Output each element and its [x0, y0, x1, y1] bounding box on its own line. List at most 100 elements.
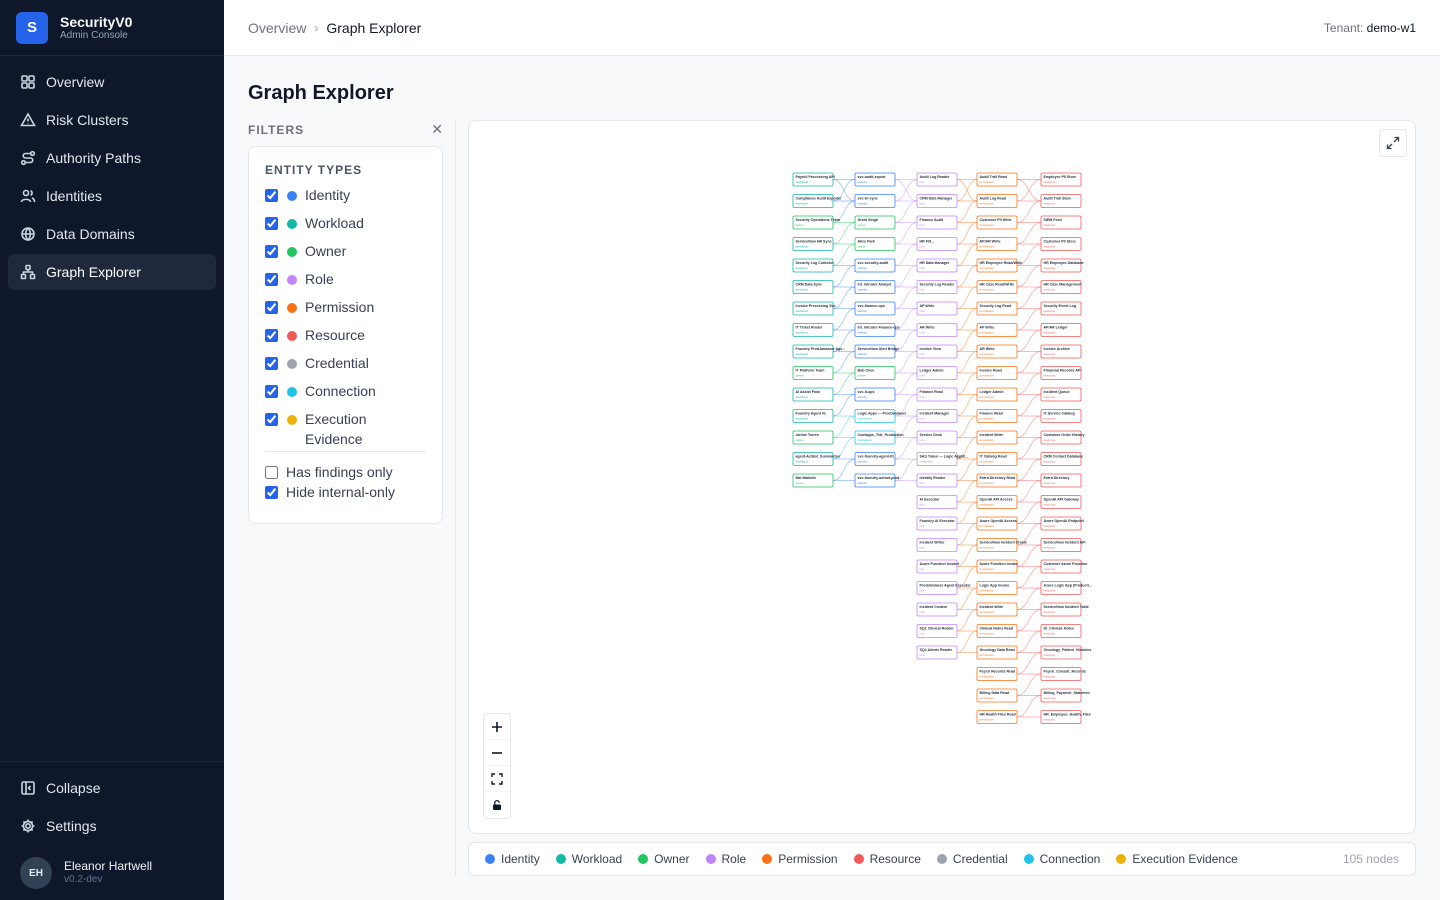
graph-node[interactable]: Azure Function Invokepermission [976, 559, 1018, 574]
nav-item-overview[interactable]: Overview [8, 64, 216, 100]
graph-node[interactable]: int. Intruder Analystidentity [854, 280, 896, 294]
graph-node[interactable]: Ledger Adminpermission [976, 387, 1018, 402]
graph-node[interactable]: Customer Order Historyresource [1040, 430, 1084, 445]
graph-node[interactable]: Invoice Archiveresource [1040, 344, 1082, 359]
graph-node[interactable]: Bob Chenowner [854, 366, 896, 380]
graph-node[interactable]: OpenAI API Gatewayresource [1040, 495, 1082, 509]
graph-node[interactable]: Incident Queueresource [1040, 387, 1082, 402]
graph-node[interactable]: Incident Writerrole [916, 538, 958, 552]
entity-type-filter[interactable]: Identity [265, 185, 426, 213]
graph-node[interactable]: Incident Managerrole [916, 409, 958, 423]
graph-node[interactable]: AR Writepermission [976, 344, 1018, 359]
settings-button[interactable]: Settings [8, 808, 216, 844]
graph-node[interactable]: HR_Employee_Health_Filesresource [1040, 710, 1091, 724]
graph-node[interactable]: Azure Function Invokerrole [916, 559, 960, 574]
graph-node[interactable]: CRM Contact Databaseresource [1040, 452, 1083, 466]
graph-node[interactable]: svc-it-opsidentity [854, 387, 896, 402]
graph-node[interactable]: Incident Writepermission [976, 602, 1018, 617]
graph-node[interactable]: Service Deskrole [916, 430, 958, 445]
entity-type-filter[interactable]: Resource [265, 325, 426, 353]
graph-node[interactable]: AP/AR Writepermission [976, 237, 1018, 251]
graph-node[interactable]: AP/AR Ledgerresource [1040, 323, 1082, 337]
fit-view-button[interactable] [484, 766, 510, 792]
entity-type-checkbox[interactable] [265, 385, 278, 398]
graph-node[interactable]: Incident Writepermission [976, 430, 1018, 445]
entity-type-checkbox[interactable] [265, 329, 278, 342]
graph-node[interactable]: Invoice Processing Svcworkload [792, 301, 836, 316]
graph-node[interactable]: Ledger Adminrole [916, 366, 958, 380]
graph-node[interactable]: IT Service Catalogresource [1040, 409, 1082, 423]
graph-node[interactable]: Azure OpenAI Accesspermission [976, 516, 1018, 531]
graph-node[interactable]: Entra Directoryresource [1040, 473, 1082, 488]
graph-node[interactable]: Employee PII Storeresource [1040, 172, 1082, 187]
graph-node[interactable]: Alice Parkowner [854, 237, 896, 251]
graph-node[interactable]: Finance Readrole [916, 387, 958, 402]
graph-node[interactable]: Invoice Readpermission [976, 366, 1018, 380]
entity-type-filter[interactable]: Role [265, 269, 426, 297]
graph-node[interactable]: Payroll Processing APIworkload [792, 172, 835, 187]
graph-canvas[interactable]: Payroll Processing API workload Compliance… [468, 120, 1416, 834]
graph-node[interactable]: Customer PII Storeresource [1040, 237, 1082, 251]
entity-type-checkbox[interactable] [265, 357, 278, 370]
graph-node[interactable]: HR Employee Read/Writepermission [976, 258, 1022, 273]
breadcrumb-root[interactable]: Overview [248, 20, 306, 36]
graph-node[interactable]: Clinical Notes Readpermission [976, 624, 1018, 638]
graph-node[interactable]: Mal Mallorieowner [792, 473, 834, 488]
graph-node[interactable]: Entra Directory Readpermission [976, 473, 1018, 488]
graph-node[interactable]: Security Log Collectorworkload [792, 258, 834, 273]
graph-node[interactable]: Oncology Data Readpermission [976, 645, 1018, 660]
nav-item-data-domains[interactable]: Data Domains [8, 216, 216, 252]
graph-node[interactable]: Audit Trail Readpermission [976, 172, 1018, 187]
nav-item-graph-explorer[interactable]: Graph Explorer [8, 254, 216, 290]
graph-node[interactable]: Finance Auditrole [916, 215, 958, 230]
entity-type-checkbox[interactable] [265, 189, 278, 202]
graph-node[interactable]: Foundry AI Executorrole [916, 516, 958, 531]
graph-node[interactable]: AR Writerole [916, 323, 958, 337]
graph-node[interactable]: Security Event Logresource [1040, 301, 1082, 316]
nav-item-risk-clusters[interactable]: Risk Clusters [8, 102, 216, 138]
graph-node[interactable]: Financial Records APIresource [1040, 366, 1082, 380]
graph-node[interactable]: Identity Readerrole [916, 473, 958, 488]
graph-node[interactable]: Oncology_Patient_Historiesresource [1040, 645, 1091, 660]
entity-type-filter[interactable]: Credential [265, 353, 426, 381]
entity-type-filter[interactable]: Connection [265, 381, 426, 409]
entity-type-checkbox[interactable] [265, 273, 278, 286]
graph-node[interactable]: Grant Singhowner [854, 215, 896, 230]
graph-node[interactable]: HR Data Managerrole [916, 258, 958, 273]
entity-type-filter[interactable]: Workload [265, 213, 426, 241]
fullscreen-button[interactable] [1379, 129, 1407, 157]
graph-node[interactable]: Incident Creatorrole [916, 602, 958, 617]
graph-node[interactable]: HR Health Files Readpermission [976, 710, 1018, 724]
graph-node[interactable]: Psych_Consult_Recordsresource [1040, 667, 1086, 681]
lock-button[interactable] [484, 792, 510, 818]
graph-node[interactable]: IT Catalog Readpermission [976, 452, 1018, 466]
graph-node[interactable]: Security Log Readpermission [976, 301, 1018, 316]
nav-item-authority-paths[interactable]: Authority Paths [8, 140, 216, 176]
graph-node[interactable]: Janine Torresowner [792, 430, 834, 445]
entity-type-checkbox[interactable] [265, 413, 278, 426]
user-profile[interactable]: EH Eleanor Hartwell v0.2-dev [8, 846, 216, 900]
graph-node[interactable]: HR Case Read/Writepermission [976, 280, 1018, 294]
entity-type-filter[interactable]: Permission [265, 297, 426, 325]
graph-node[interactable]: Dl_Clinical_Notesresource [1040, 624, 1082, 638]
graph-node[interactable]: Psych Records Readpermission [976, 667, 1018, 681]
graph-node[interactable]: HR Employee Databaseresource [1040, 258, 1084, 273]
graph-node[interactable]: Logic App Invokepermission [976, 581, 1018, 595]
graph-node[interactable]: AP Writerole [916, 301, 958, 316]
close-icon[interactable]: ✕ [431, 121, 443, 138]
entity-type-checkbox[interactable] [265, 217, 278, 230]
graph-node[interactable]: AP Writepermission [976, 323, 1018, 337]
graph-node[interactable]: HR Filt...role [916, 237, 958, 251]
graph-node[interactable]: HR Case Managementresource [1040, 280, 1082, 294]
hide-internal-option[interactable]: Hide internal-only [265, 482, 426, 502]
graph-node[interactable]: Azure Logic App (Producti...resource [1040, 581, 1092, 595]
entity-type-checkbox[interactable] [265, 301, 278, 314]
graph-node[interactable]: SQL Clinical Readerrole [916, 624, 958, 638]
hide-internal-checkbox[interactable] [265, 485, 278, 499]
graph-node[interactable]: svc-hr-syncidentity [854, 194, 896, 208]
graph-node[interactable]: CRM Data Managerrole [916, 194, 958, 208]
graph-node[interactable]: Invoice Viewrole [916, 344, 958, 359]
graph-node[interactable]: svc-foundry-agent-01identity [854, 452, 896, 466]
graph-node[interactable]: Audit Log Readpermission [976, 194, 1018, 208]
zoom-in-button[interactable] [484, 714, 510, 740]
